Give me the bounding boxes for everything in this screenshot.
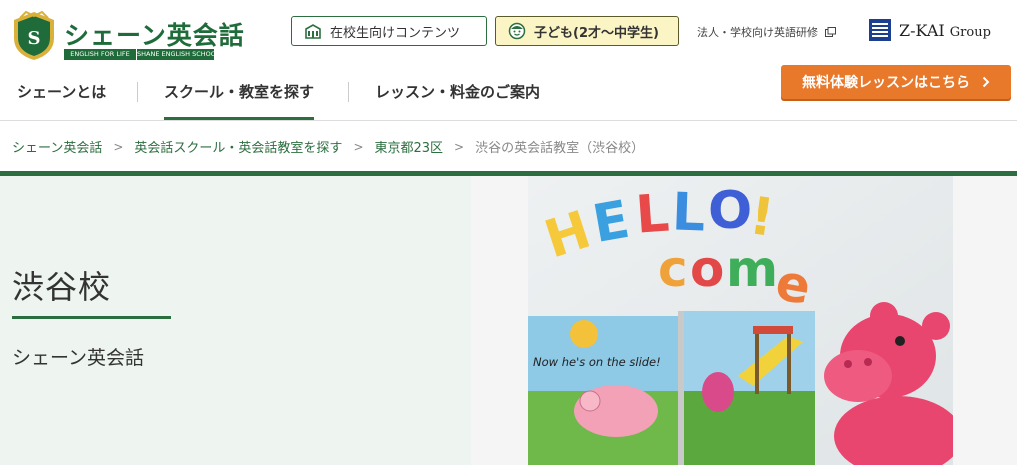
zkai-group-logo[interactable]: Z-KAI Group [869, 19, 991, 41]
brand-subtitle: シェーン英会話 [12, 347, 145, 369]
students-content-label: 在校生向けコンテンツ [330, 25, 461, 41]
letter: O [708, 181, 752, 241]
zkai-main: Z-KAI [899, 20, 945, 40]
zkai-group: Group [949, 24, 991, 40]
breadcrumb-link-find-school[interactable]: 英会話スクール・英会話教室を探す [134, 137, 342, 156]
letter: L [634, 184, 671, 246]
breadcrumb-current: 渋谷の英会話教室（渋谷校） [475, 141, 645, 156]
free-trial-label: 無料体験レッスンはこちら [802, 75, 970, 91]
zkai-wordmark: Z-KAI Group [899, 21, 991, 40]
school-photo-illustration: H E L L O ! c o m e Now he's on the slid… [528, 176, 953, 465]
logo-tagline-right: SHANE ENGLISH SCHOOL [137, 50, 214, 58]
hero-title-panel [0, 176, 471, 465]
title-underline [12, 316, 171, 319]
breadcrumb-chevron-icon: > [353, 139, 364, 154]
nav-item-about[interactable]: シェーンとは [17, 77, 106, 120]
svg-text:S: S [28, 28, 41, 49]
breadcrumb-chevron-icon: > [113, 139, 124, 154]
logo-wordmark: シェーン英会話 [64, 21, 245, 50]
kids-label: 子ども(2才〜中学生) [534, 25, 659, 41]
letter: L [671, 182, 706, 243]
site-logo[interactable]: S シェーン英会話 ENGLISH FOR LIFE SHANE ENGLISH … [10, 10, 244, 64]
book-caption: Now he's on the slide! [533, 355, 661, 369]
logo-tagline: ENGLISH FOR LIFE SHANE ENGLISH SCHOOL [64, 49, 214, 60]
letter: m [726, 240, 778, 298]
shield-emblem-icon: S [14, 10, 54, 60]
corporate-training-link[interactable]: 法人・学校向け英語研修 [697, 24, 836, 40]
nav-divider [137, 82, 138, 102]
site-header: S シェーン英会話 ENGLISH FOR LIFE SHANE ENGLISH … [0, 0, 1017, 121]
nav-item-lessons-pricing[interactable]: レッスン・料金のご案内 [375, 77, 540, 120]
child-face-icon [508, 22, 526, 40]
free-trial-button[interactable]: 無料体験レッスンはこちら [781, 65, 1011, 99]
corporate-training-label: 法人・学校向け英語研修 [697, 26, 818, 39]
chevron-right-icon [982, 76, 990, 88]
page-title: 渋谷校 [12, 268, 112, 306]
letter: o [690, 240, 724, 298]
breadcrumb-link-home[interactable]: シェーン英会話 [12, 137, 102, 156]
picture-book: Now he's on the slide! [528, 311, 815, 465]
letter: c [658, 240, 688, 298]
school-photo: H E L L O ! c o m e Now he's on the slid… [528, 176, 953, 465]
nav-item-find-school[interactable]: スクール・教室を探す [164, 77, 315, 120]
breadcrumb-chevron-icon: > [454, 139, 465, 154]
breadcrumb: シェーン英会話 > 英会話スクール・英会話教室を探す > 東京都23区 > 渋谷… [12, 137, 645, 157]
breadcrumb-link-tokyo23[interactable]: 東京都23区 [375, 137, 444, 156]
nav-divider [348, 82, 349, 102]
students-content-button[interactable]: 在校生向けコンテンツ [291, 16, 487, 46]
zkai-logo-icon [869, 19, 891, 41]
logo-tagline-left: ENGLISH FOR LIFE [64, 49, 137, 60]
school-building-icon [304, 22, 322, 40]
kids-button[interactable]: 子ども(2才〜中学生) [495, 16, 679, 46]
external-link-icon [825, 27, 836, 37]
